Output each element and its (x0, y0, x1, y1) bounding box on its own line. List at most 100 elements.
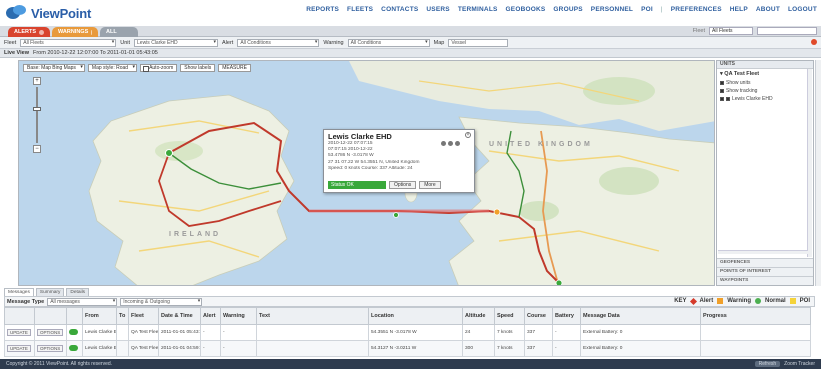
col-header-to[interactable]: To (116, 307, 129, 325)
tab-alerts[interactable]: ALERTS (8, 27, 50, 37)
nav-terminals[interactable]: TERMINALS (458, 6, 498, 13)
refresh-icon[interactable] (811, 39, 817, 45)
popup-status-badge: Status OK (328, 181, 386, 189)
global-search-input[interactable] (757, 27, 817, 35)
direction-select[interactable]: Incoming & Outgoing (120, 297, 203, 306)
nav-groups[interactable]: GROUPS (553, 6, 582, 13)
col-header-progress[interactable]: Progress (700, 307, 811, 325)
poi-accordion[interactable]: POINTS OF INTEREST (717, 267, 813, 276)
zoom-out-button[interactable]: − (33, 145, 41, 153)
col-header-warning[interactable]: Warning (220, 307, 257, 325)
measure-button[interactable]: MEASURE (218, 64, 251, 72)
map-view[interactable]: UNITED KINGDOM IRELAND Base: Map Bing Ma… (18, 60, 715, 286)
col-header-location[interactable]: Location (368, 307, 463, 325)
cell[interactable]: OPTIONS (34, 324, 67, 341)
history-icon[interactable] (455, 141, 460, 146)
nav-fleets[interactable]: FLEETS (347, 6, 373, 13)
table-row[interactable]: UPDATE OPTIONS Lewis Clarke EHD QA Test … (4, 340, 811, 357)
nav-contacts[interactable]: CONTACTS (381, 6, 418, 13)
tab-messages[interactable]: Messages (4, 288, 34, 296)
checkbox-icon[interactable] (720, 97, 724, 101)
col-header[interactable] (34, 307, 67, 325)
cell[interactable]: UPDATE (4, 340, 35, 357)
main-scrollbar[interactable] (815, 60, 821, 286)
base-map-select[interactable]: Base: Map Bing Maps (23, 64, 85, 72)
nav-logout[interactable]: LOGOUT (788, 6, 817, 13)
col-header-alert[interactable]: Alert (200, 307, 221, 325)
zoom-tracker-button[interactable]: Zoom Tracker (784, 361, 815, 367)
nav-users[interactable]: USERS (426, 6, 449, 13)
zoom-slider[interactable] (33, 87, 41, 143)
key-normal: Normal (764, 298, 786, 304)
col-header-fleet[interactable]: Fleet (128, 307, 159, 325)
checkbox-icon[interactable] (720, 81, 724, 85)
nav-preferences[interactable]: PREFERENCES (671, 6, 722, 13)
message-type-select[interactable]: All messages (47, 297, 118, 306)
cell[interactable]: UPDATE (4, 324, 35, 341)
popup-options-button[interactable]: Options (389, 181, 417, 189)
close-icon[interactable]: × (465, 132, 471, 138)
tab-details[interactable]: Details (66, 288, 90, 296)
col-header[interactable] (66, 307, 83, 325)
vehicle-marker (555, 279, 563, 285)
show-units-option[interactable]: Show units (717, 79, 813, 87)
fleet-select[interactable]: All Fleets (20, 38, 117, 47)
popup-more-button[interactable]: More (419, 181, 441, 189)
key-poi: POI (799, 298, 810, 304)
app-logo[interactable]: ViewPoint (6, 4, 91, 22)
col-header[interactable] (4, 307, 35, 325)
unit-list-item[interactable]: Lewis Clarke EHD (717, 95, 813, 103)
zoom-slider-handle[interactable] (33, 107, 41, 111)
col-header-speed[interactable]: Speed (494, 307, 525, 325)
col-header-battery[interactable]: Battery (552, 307, 581, 325)
col-header-altitude[interactable]: Altitude (462, 307, 495, 325)
checkbox-icon[interactable] (720, 89, 724, 93)
table-row[interactable]: UPDATE OPTIONS Lewis Clarke EHD QA Test … (4, 324, 811, 341)
cell: 2011-01-01 04:59:03 (158, 340, 201, 357)
map-style-select[interactable]: Map style: Road (87, 64, 138, 72)
update-button[interactable]: UPDATE (7, 329, 31, 336)
cell[interactable]: OPTIONS (34, 340, 67, 357)
warning-select[interactable]: All Conditions (347, 38, 430, 47)
nav-geobooks[interactable]: GEOBOOKS (506, 6, 546, 13)
zoom-in-button[interactable]: + (33, 77, 41, 85)
col-header-text[interactable]: Text (256, 307, 369, 325)
tab-all[interactable]: ALL (100, 27, 138, 37)
popup-line: Speed: 0 knots Course: 337 Altitude: 24 (328, 165, 413, 171)
map-input[interactable]: Vessel (448, 38, 509, 47)
nav-about[interactable]: ABOUT (756, 6, 780, 13)
unit-select[interactable]: Lewis Clarke EHD (134, 38, 219, 47)
tab-warnings[interactable]: WARNINGS (52, 27, 98, 37)
locate-icon[interactable] (448, 141, 453, 146)
col-header-course[interactable]: Course (524, 307, 553, 325)
alert-select[interactable]: All Conditions (237, 38, 320, 47)
tab-summary[interactable]: Summary (35, 288, 65, 296)
show-tracking-option[interactable]: Show tracking (717, 87, 813, 95)
checkbox-icon[interactable] (726, 97, 730, 101)
col-header-date[interactable]: Date & Time (158, 307, 201, 325)
tab-close-icon[interactable] (39, 29, 44, 35)
options-button[interactable]: OPTIONS (37, 329, 64, 336)
cell: - (200, 340, 221, 357)
tab-close-icon[interactable] (91, 29, 92, 35)
status-bar-actions: Refresh Zoom Tracker (754, 361, 815, 367)
col-header-from[interactable]: From (82, 307, 117, 325)
cell: QA Test Fleet (128, 324, 159, 341)
panel-horizontal-scrollbar[interactable] (718, 250, 808, 254)
show-labels-button[interactable]: Show labels (180, 64, 216, 72)
info-icon[interactable] (441, 141, 446, 146)
geofences-accordion[interactable]: GEOFENCES (717, 258, 813, 267)
fleet-switch-select[interactable]: All Fleets (709, 27, 753, 35)
nav-help[interactable]: HELP (730, 6, 748, 13)
update-button[interactable]: UPDATE (7, 345, 31, 352)
nav-poi[interactable]: POI (641, 6, 653, 13)
nav-personnel[interactable]: PERSONNEL (591, 6, 633, 13)
panel-scrollbar[interactable] (807, 69, 812, 257)
col-header-message-data[interactable]: Message Data (580, 307, 701, 325)
refresh-button[interactable]: Refresh (754, 361, 781, 367)
waypoints-accordion[interactable]: WAYPOINTS (717, 276, 813, 285)
autozoom-checkbox[interactable]: Auto-zoom (140, 64, 178, 72)
options-button[interactable]: OPTIONS (37, 345, 64, 352)
fleet-group[interactable]: ▾ QA Test Fleet (717, 69, 813, 79)
nav-reports[interactable]: REPORTS (306, 6, 339, 13)
